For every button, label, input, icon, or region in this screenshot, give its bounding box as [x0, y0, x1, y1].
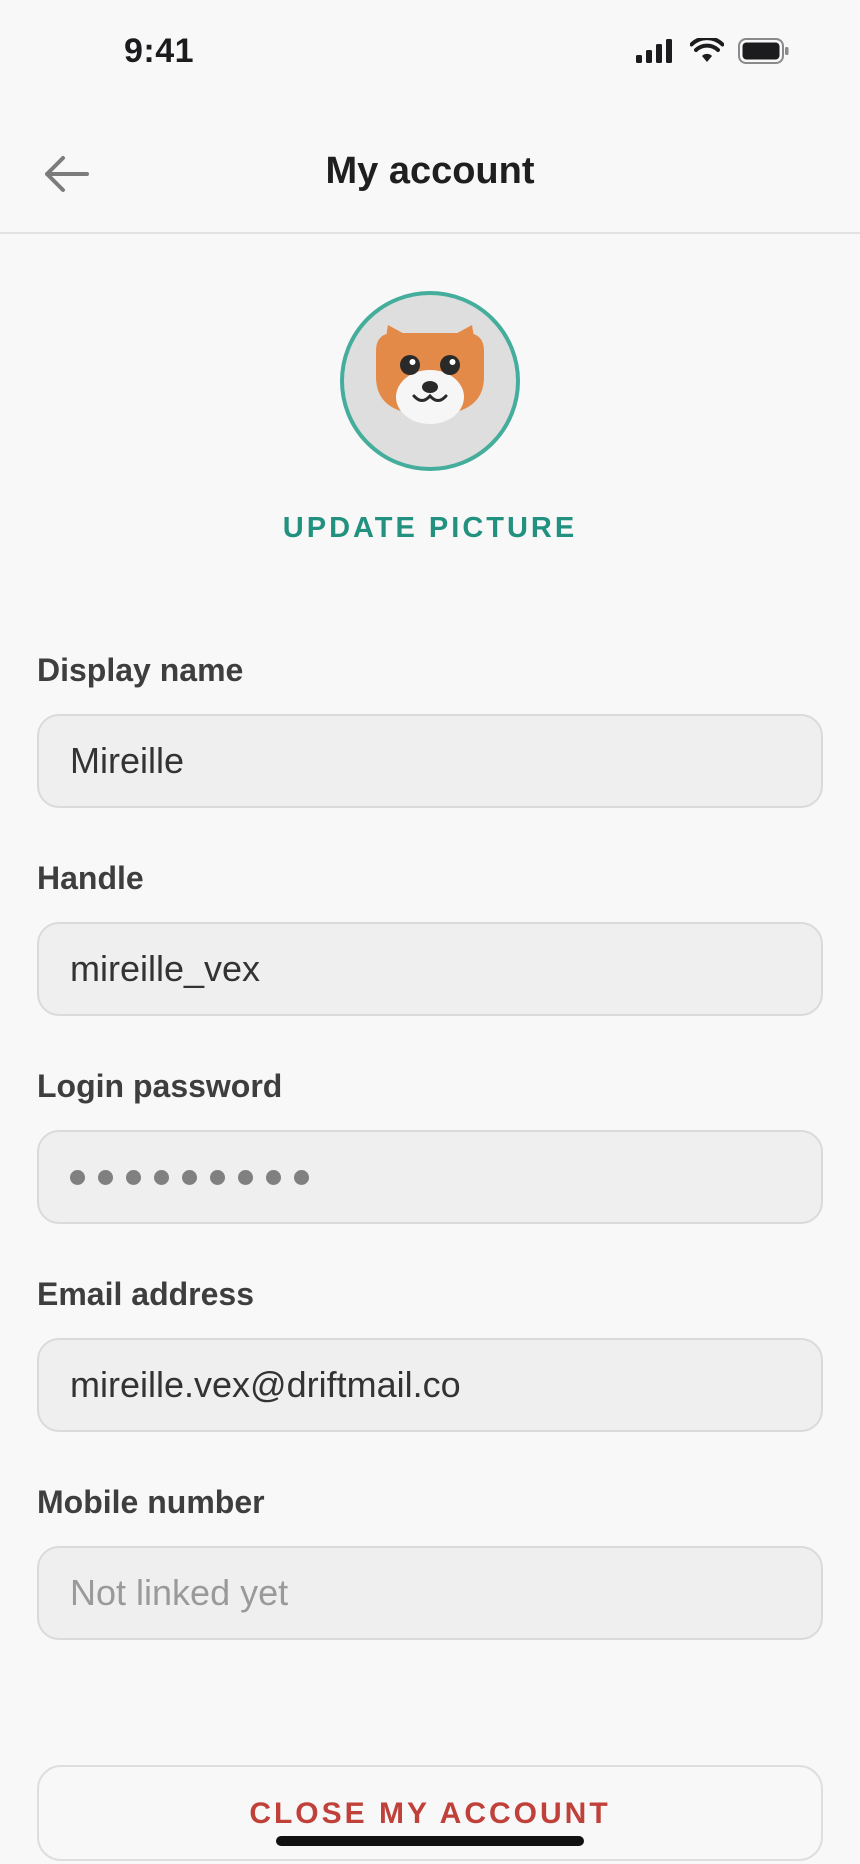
display-name-field[interactable]: Mireille: [37, 714, 823, 808]
handle-value: mireille_vex: [70, 948, 261, 989]
handle-field[interactable]: mireille_vex: [37, 922, 823, 1016]
password-dot: [182, 1169, 197, 1185]
email-value: mireille.vex@driftmail.co: [70, 1364, 461, 1405]
password-dot: [154, 1169, 169, 1185]
page-title: My account: [325, 150, 535, 192]
battery-icon: [738, 38, 789, 64]
password-label: Login password: [37, 1068, 283, 1104]
status-bar: 9:41: [0, 0, 860, 110]
email-field[interactable]: mireille.vex@driftmail.co: [37, 1338, 823, 1432]
update-picture-button[interactable]: UPDATE PICTURE: [0, 512, 860, 545]
mobile-label: Mobile number: [37, 1484, 265, 1520]
password-dot: [98, 1169, 113, 1185]
status-time: 9:41: [124, 32, 195, 70]
wifi-icon: [690, 38, 724, 62]
mobile-field[interactable]: Not linked yet: [37, 1546, 823, 1640]
password-dot: [238, 1169, 253, 1185]
password-field[interactable]: [37, 1130, 823, 1224]
nav-bar: My account: [0, 110, 860, 234]
password-dot: [210, 1169, 225, 1185]
account-screen: 9:41 My account UPDATE PICTURE Display n…: [0, 0, 860, 1864]
status-icons: [636, 38, 790, 64]
home-indicator: [276, 1836, 584, 1846]
password-dot: [294, 1169, 309, 1185]
mobile-placeholder: Not linked yet: [70, 1572, 289, 1613]
handle-label: Handle: [37, 860, 144, 896]
close-account-label: CLOSE MY ACCOUNT: [249, 1797, 611, 1830]
display-name-value: Mireille: [70, 740, 185, 781]
fox-avatar-icon: [376, 325, 484, 424]
close-account-button[interactable]: CLOSE MY ACCOUNT: [37, 1765, 823, 1861]
password-dot: [70, 1169, 85, 1185]
password-dot: [126, 1169, 141, 1185]
display-name-label: Display name: [37, 652, 244, 688]
email-label: Email address: [37, 1276, 254, 1312]
password-dot: [266, 1169, 281, 1185]
cellular-signal-icon: [636, 39, 672, 63]
avatar[interactable]: [340, 291, 520, 471]
password-mask: [70, 1169, 309, 1185]
